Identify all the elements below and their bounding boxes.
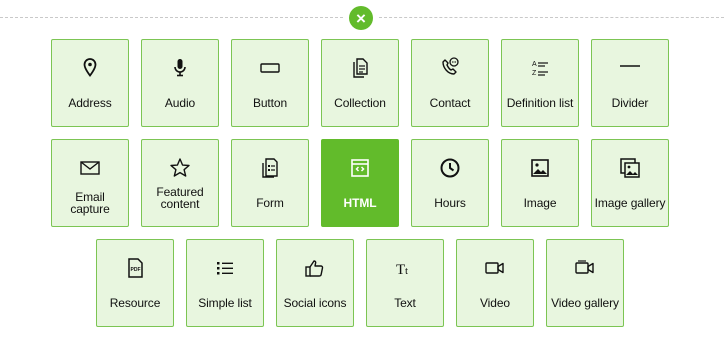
tile-label: Resource xyxy=(109,296,161,310)
video-gallery-icon xyxy=(547,256,623,280)
image-gallery-icon xyxy=(592,156,668,180)
tile-label: Definition list xyxy=(506,96,574,110)
tile-divider[interactable]: Divider xyxy=(591,39,669,127)
svg-text:t: t xyxy=(405,265,408,277)
bullet-list-icon xyxy=(187,256,263,280)
tile-video-gallery[interactable]: Video gallery xyxy=(546,239,624,327)
text-tt-icon: Tt xyxy=(367,256,443,280)
tile-label: Button xyxy=(252,96,288,110)
tile-definition-list[interactable]: A Z Definition list xyxy=(501,39,579,127)
clock-icon xyxy=(412,156,488,180)
phone-chat-icon xyxy=(412,56,488,80)
tile-contact[interactable]: Contact xyxy=(411,39,489,127)
tile-label: Hours xyxy=(434,196,466,210)
tile-label: Video gallery xyxy=(551,296,619,310)
tile-label: Featured content xyxy=(156,185,204,211)
form-document-icon xyxy=(232,156,308,180)
thumbs-up-icon xyxy=(277,256,353,280)
tile-email-capture[interactable]: Email capture xyxy=(51,139,129,227)
button-rectangle-icon xyxy=(232,56,308,80)
tile-label: Divider xyxy=(611,96,649,110)
tile-image[interactable]: Image xyxy=(501,139,579,227)
svg-text:T: T xyxy=(396,262,405,278)
tile-resource[interactable]: PDF Resource xyxy=(96,239,174,327)
location-pin-icon xyxy=(52,56,128,80)
envelope-icon xyxy=(52,156,128,180)
video-camera-icon xyxy=(457,256,533,280)
tile-label: Address xyxy=(68,96,112,110)
pdf-file-icon: PDF xyxy=(97,256,173,280)
close-button[interactable]: × xyxy=(349,6,373,30)
microphone-icon xyxy=(142,56,218,80)
tile-label: Image gallery xyxy=(594,196,666,210)
star-icon xyxy=(142,156,218,180)
tile-label: Text xyxy=(394,296,416,310)
dashed-divider-right xyxy=(379,17,724,18)
tile-collection[interactable]: Collection xyxy=(321,39,399,127)
tile-button[interactable]: Button xyxy=(231,39,309,127)
tile-label: Form xyxy=(256,196,284,210)
tile-label: Email capture xyxy=(70,190,110,216)
tile-label: Contact xyxy=(429,96,471,110)
tile-label: Social icons xyxy=(283,296,347,310)
image-icon xyxy=(502,156,578,180)
tile-label: Collection xyxy=(334,96,386,110)
svg-text:A: A xyxy=(532,61,537,68)
svg-text:PDF: PDF xyxy=(131,267,141,273)
tile-video[interactable]: Video xyxy=(456,239,534,327)
svg-text:Z: Z xyxy=(532,70,537,77)
tile-label: Video xyxy=(480,296,510,310)
tile-hours[interactable]: Hours xyxy=(411,139,489,227)
divider-line-icon xyxy=(592,56,668,80)
tile-label: HTML xyxy=(343,196,377,210)
tile-image-gallery[interactable]: Image gallery xyxy=(591,139,669,227)
definition-list-icon: AZ xyxy=(502,56,578,80)
tile-featured-content[interactable]: Featured content xyxy=(141,139,219,227)
tile-audio[interactable]: Audio xyxy=(141,39,219,127)
tile-label: Simple list xyxy=(198,296,252,310)
collection-documents-icon xyxy=(322,56,398,80)
tile-text[interactable]: Tt Text xyxy=(366,239,444,327)
tile-address[interactable]: Address xyxy=(51,39,129,127)
tile-form[interactable]: Form xyxy=(231,139,309,227)
tile-label: Audio xyxy=(164,96,196,110)
tile-html[interactable]: HTML xyxy=(321,139,399,227)
tile-label: Image xyxy=(523,196,557,210)
dashed-divider-left xyxy=(0,17,343,18)
html-code-icon xyxy=(322,156,398,180)
tile-simple-list[interactable]: Simple list xyxy=(186,239,264,327)
tile-social-icons[interactable]: Social icons xyxy=(276,239,354,327)
